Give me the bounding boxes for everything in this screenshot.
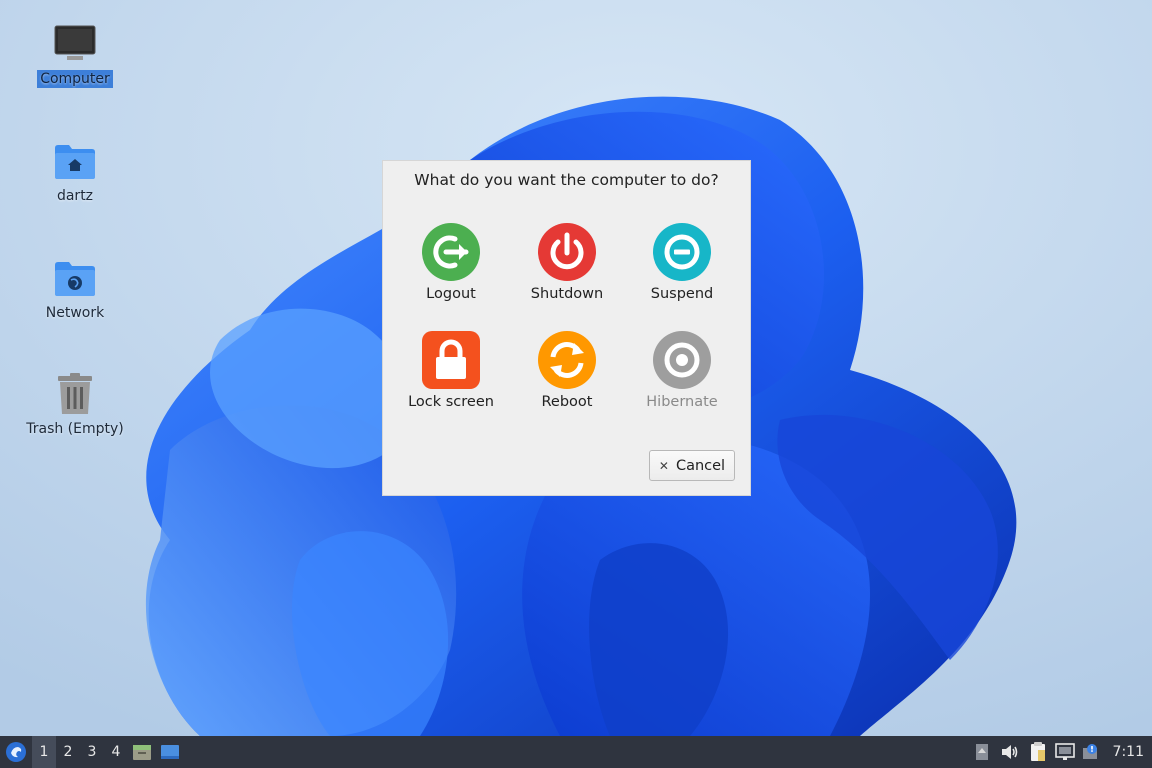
workspace-label: 1 <box>39 744 49 760</box>
option-label: Suspend <box>650 286 714 302</box>
option-label: Reboot <box>541 394 593 410</box>
workspace-label: 3 <box>87 744 97 760</box>
dialog-title: What do you want the computer to do? <box>414 171 719 189</box>
network-button[interactable] <box>1051 736 1079 768</box>
clock[interactable]: 7:11 <box>1103 744 1152 760</box>
workspace-1[interactable]: 1 <box>32 736 56 768</box>
desktop-icon-label: Computer <box>37 70 113 88</box>
workspace-label: 2 <box>63 744 73 760</box>
reboot-button[interactable]: Reboot <box>509 331 625 410</box>
trash-icon <box>53 372 97 416</box>
notification-icon <box>1082 744 1097 759</box>
suspend-button[interactable]: Suspend <box>624 223 740 302</box>
close-icon: ✕ <box>658 458 669 473</box>
reboot-icon <box>538 331 596 389</box>
workspace-4[interactable]: 4 <box>104 736 128 768</box>
desktop-icon-home-folder[interactable]: dartz <box>20 139 130 205</box>
volume-icon <box>1001 745 1017 759</box>
desktop-icon-network[interactable]: Network <box>20 256 130 322</box>
option-label: Shutdown <box>530 286 604 302</box>
hibernate-icon <box>653 331 711 389</box>
network-folder-icon <box>53 256 97 300</box>
home-folder-icon <box>53 139 97 183</box>
desktop-icon <box>161 745 179 759</box>
show-desktop-button[interactable] <box>156 736 184 768</box>
scroll-up-icon <box>975 744 988 760</box>
desktop-icon-label: Network <box>45 305 105 321</box>
lock-screen-button[interactable]: Lock screen <box>393 331 509 410</box>
option-label: Lock screen <box>408 394 494 410</box>
volume-button[interactable] <box>995 736 1025 768</box>
network-icon <box>1054 743 1075 760</box>
logout-button[interactable]: Logout <box>393 223 509 302</box>
shutdown-button[interactable]: Shutdown <box>509 223 625 302</box>
file-manager-icon <box>133 745 151 760</box>
desktop-icon-computer[interactable]: Computer <box>20 22 130 88</box>
app-menu-icon <box>6 742 26 762</box>
workspace-label: 4 <box>111 744 121 760</box>
desktop-icon-trash[interactable]: Trash (Empty) <box>20 372 130 438</box>
computer-icon <box>53 22 97 66</box>
desktop-icon-label: Trash (Empty) <box>26 421 124 437</box>
system-tray: 7:11 <box>969 736 1152 768</box>
option-label: Hibernate <box>646 394 718 410</box>
option-label: Logout <box>426 286 476 302</box>
logout-icon <box>422 223 480 281</box>
clipboard-button[interactable] <box>1025 736 1051 768</box>
notification-button[interactable] <box>1079 736 1103 768</box>
desktop-icon-label: dartz <box>56 188 94 204</box>
hibernate-button[interactable]: Hibernate <box>624 331 740 410</box>
suspend-icon <box>653 223 711 281</box>
cancel-label: Cancel <box>675 457 726 474</box>
cancel-button[interactable]: ✕ Cancel <box>649 450 735 481</box>
workspace-2[interactable]: 2 <box>56 736 80 768</box>
workspace-3[interactable]: 3 <box>80 736 104 768</box>
power-icon <box>538 223 596 281</box>
start-menu-button[interactable] <box>0 736 32 768</box>
tray-scroll-button[interactable] <box>969 736 995 768</box>
clipboard-icon <box>1030 742 1045 761</box>
file-manager-launcher[interactable] <box>128 736 156 768</box>
lock-icon <box>422 331 480 389</box>
logout-dialog: What do you want the computer to do? Log… <box>382 160 751 496</box>
taskbar: 1 2 3 4 7:11 <box>0 736 1152 768</box>
